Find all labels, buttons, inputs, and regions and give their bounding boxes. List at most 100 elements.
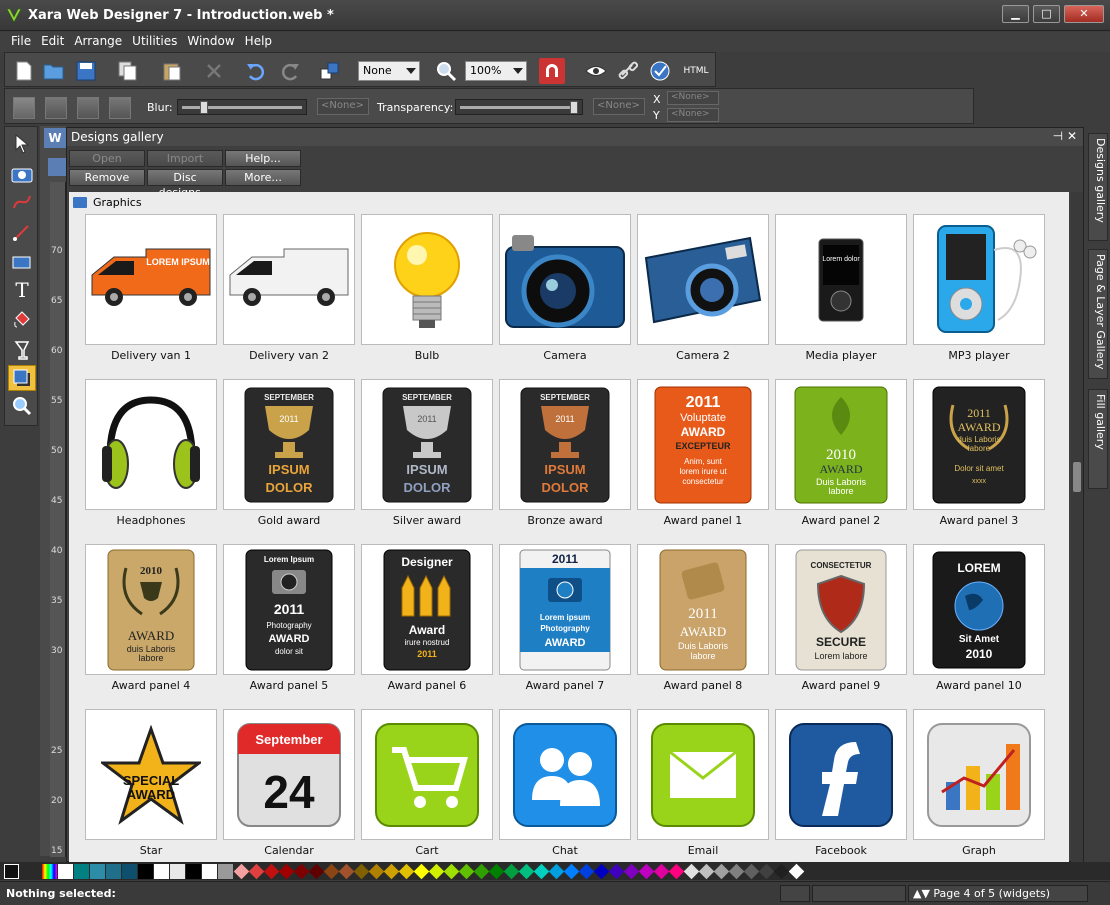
- link-icon[interactable]: [615, 58, 641, 84]
- gallery-item-bronze-award[interactable]: SEPTEMBER 2011 IPSUM DOLOR Bronze award: [499, 379, 631, 539]
- color-picker-icon[interactable]: [42, 863, 57, 879]
- open-icon[interactable]: [41, 58, 67, 84]
- color-swatch[interactable]: [58, 863, 73, 879]
- color-swatch[interactable]: [593, 863, 610, 879]
- color-swatch[interactable]: [713, 863, 730, 879]
- color-swatch[interactable]: [623, 863, 640, 879]
- color-swatch[interactable]: [653, 863, 670, 879]
- color-swatch[interactable]: [503, 863, 520, 879]
- shadow-wall-button[interactable]: [45, 97, 67, 119]
- color-swatch[interactable]: [308, 863, 325, 879]
- color-swatch[interactable]: [473, 863, 490, 879]
- menu-file[interactable]: File: [6, 32, 36, 50]
- gallery-item-facebook[interactable]: Facebook: [775, 709, 907, 862]
- color-swatch[interactable]: [263, 863, 280, 879]
- gallery-item-award-panel-4[interactable]: 2010 AWARD duis Laboris labore Award panel …: [85, 544, 217, 704]
- gallery-item-award-panel-2[interactable]: 2010 AWARD Duis Laboris labore Award panel …: [775, 379, 907, 539]
- magnet-snap-icon[interactable]: [539, 58, 565, 84]
- color-swatch[interactable]: [518, 863, 535, 879]
- color-swatch[interactable]: [563, 863, 580, 879]
- document-tab-2[interactable]: [48, 158, 66, 176]
- gallery-item-media-player[interactable]: Lorem dolor Media player: [775, 214, 907, 374]
- remove-button[interactable]: Remove: [69, 169, 145, 186]
- menu-arrange[interactable]: Arrange: [69, 32, 127, 50]
- gallery-item-headphones[interactable]: Headphones: [85, 379, 217, 539]
- fill-tool-icon[interactable]: [8, 307, 36, 333]
- menu-help[interactable]: Help: [240, 32, 277, 50]
- gallery-item-mp3-player[interactable]: MP3 player: [913, 214, 1045, 374]
- close-button[interactable]: ✕: [1064, 5, 1104, 23]
- gallery-close-icon[interactable]: ✕: [1067, 129, 1077, 143]
- color-swatch[interactable]: [170, 863, 185, 879]
- color-swatch[interactable]: [728, 863, 745, 879]
- color-swatch[interactable]: [578, 863, 595, 879]
- shadow-glow-button[interactable]: [109, 97, 131, 119]
- tab-fill-gallery[interactable]: Fill gallery: [1088, 389, 1108, 489]
- color-swatch[interactable]: [668, 863, 685, 879]
- transparency-value[interactable]: <None>: [593, 98, 645, 115]
- gallery-item-gold-award[interactable]: SEPTEMBER 2011 IPSUM DOLOR Gold award: [223, 379, 355, 539]
- color-swatch[interactable]: [398, 863, 415, 879]
- no-color-swatch[interactable]: [4, 863, 19, 879]
- color-swatch[interactable]: [186, 863, 201, 879]
- color-swatch[interactable]: [383, 863, 400, 879]
- text-tool-icon[interactable]: T: [8, 277, 36, 303]
- rectangle-tool-icon[interactable]: [8, 249, 36, 275]
- page-indicator[interactable]: ▲▼ Page 4 of 5 (widgets): [908, 885, 1088, 902]
- color-swatch[interactable]: [683, 863, 700, 879]
- selector-tool-icon[interactable]: [8, 131, 36, 157]
- zoom-icon[interactable]: [433, 58, 459, 84]
- gallery-item-silver-award[interactable]: SEPTEMBER 2011 IPSUM DOLOR Silver award: [361, 379, 493, 539]
- delete-icon[interactable]: [201, 58, 227, 84]
- transparency-slider[interactable]: [455, 99, 583, 115]
- zoom-select[interactable]: 100%: [465, 61, 527, 81]
- redo-icon[interactable]: [277, 58, 303, 84]
- undo-icon[interactable]: [243, 58, 269, 84]
- arrange-icon[interactable]: [317, 58, 343, 84]
- pin-icon[interactable]: ⊣: [1053, 129, 1063, 143]
- color-swatch[interactable]: [773, 863, 790, 879]
- blur-value[interactable]: <None>: [317, 98, 369, 115]
- gallery-item-award-panel-3[interactable]: 2011 AWARD duis Laboris labore Dolor sit ame…: [913, 379, 1045, 539]
- color-swatch[interactable]: [638, 863, 655, 879]
- color-swatch[interactable]: [106, 863, 121, 879]
- gallery-item-graph[interactable]: Graph: [913, 709, 1045, 862]
- gallery-scrollbar[interactable]: [1071, 192, 1083, 862]
- color-swatch[interactable]: [218, 863, 233, 879]
- color-swatch[interactable]: [548, 863, 565, 879]
- gallery-item-email[interactable]: Email: [637, 709, 769, 862]
- tab-page-layer-gallery[interactable]: Page & Layer Gallery: [1088, 249, 1108, 379]
- transparency-tool-icon[interactable]: [8, 337, 36, 363]
- color-swatch[interactable]: [233, 863, 250, 879]
- help-button[interactable]: Help...: [225, 150, 301, 167]
- disc-designs-button[interactable]: Disc designs...: [147, 169, 223, 199]
- browser-preview-icon[interactable]: [647, 58, 673, 84]
- color-swatch[interactable]: [533, 863, 550, 879]
- color-swatch[interactable]: [488, 863, 505, 879]
- document-tab-icon[interactable]: W: [44, 128, 66, 148]
- gallery-item-bulb[interactable]: Bulb: [361, 214, 493, 374]
- gallery-item-calendar[interactable]: September 24 Calendar: [223, 709, 355, 862]
- color-swatch[interactable]: [608, 863, 625, 879]
- menu-utilities[interactable]: Utilities: [127, 32, 182, 50]
- color-swatch[interactable]: [443, 863, 460, 879]
- font-select[interactable]: None: [358, 61, 420, 81]
- color-swatch[interactable]: [278, 863, 295, 879]
- gallery-item-star[interactable]: SPECIAL AWARD Star: [85, 709, 217, 862]
- menu-window[interactable]: Window: [182, 32, 239, 50]
- maximize-button[interactable]: □: [1033, 5, 1060, 23]
- paste-icon[interactable]: [159, 58, 185, 84]
- copy-icon[interactable]: [115, 58, 141, 84]
- color-swatch[interactable]: [743, 863, 760, 879]
- shadow-floor-button[interactable]: [77, 97, 99, 119]
- scrollbar-thumb[interactable]: [1073, 462, 1081, 492]
- color-swatch[interactable]: [353, 863, 370, 879]
- section-header[interactable]: Graphics: [73, 196, 142, 209]
- blur-slider[interactable]: [177, 99, 307, 115]
- color-swatch[interactable]: [458, 863, 475, 879]
- open-button[interactable]: Open: [69, 150, 145, 167]
- shape-editor-tool-icon[interactable]: [8, 189, 36, 215]
- pen-tool-icon[interactable]: [8, 219, 36, 245]
- gallery-item-camera[interactable]: Camera: [499, 214, 631, 374]
- gallery-item-award-panel-6[interactable]: Designer Award irure nostrud 2011 Award pan…: [361, 544, 493, 704]
